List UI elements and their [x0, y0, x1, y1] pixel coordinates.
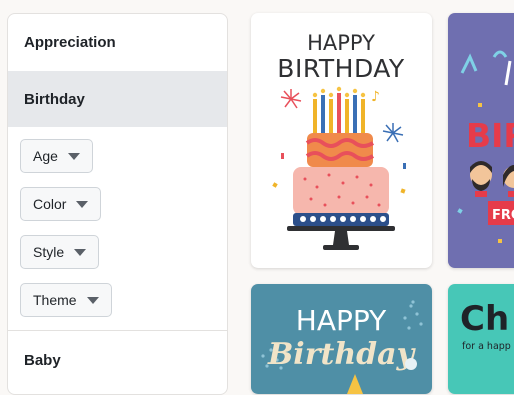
card4-title: Ch	[460, 299, 509, 339]
card1-line2: BIRTHDAY	[277, 54, 405, 83]
chevron-down-icon	[74, 248, 87, 256]
category-baby-label: Baby	[24, 351, 61, 369]
person-icon	[470, 161, 492, 197]
filter-age-dropdown[interactable]: Age	[20, 139, 93, 173]
card-birthday-couple[interactable]: BIR FRO	[448, 13, 514, 268]
card3-line2: Birthday	[267, 337, 417, 372]
filter-group: Age Color Style Theme	[8, 127, 227, 330]
chevron-down-icon	[76, 200, 89, 208]
card4-subtitle: for a happ	[462, 341, 511, 352]
category-baby[interactable]: Baby	[8, 330, 227, 389]
category-appreciation[interactable]: Appreciation	[8, 14, 227, 71]
filter-color-dropdown[interactable]: Color	[20, 187, 102, 221]
filter-theme-dropdown[interactable]: Theme	[20, 283, 112, 317]
filter-theme-label: Theme	[33, 292, 77, 308]
filter-age-label: Age	[33, 148, 58, 164]
filter-style-dropdown[interactable]: Style	[20, 235, 100, 269]
category-appreciation-label: Appreciation	[24, 34, 116, 51]
card1-line1: HAPPY	[307, 31, 375, 55]
filter-style-label: Style	[33, 244, 65, 260]
card3-line1: HAPPY	[296, 304, 387, 337]
filter-color-label: Color	[33, 196, 67, 212]
card-birthday-cake[interactable]: HAPPY BIRTHDAY ♪	[251, 13, 432, 268]
card2-text2: FRO	[492, 208, 514, 223]
cake-bottom-tier	[293, 167, 389, 215]
card-birthday-cake-art: HAPPY BIRTHDAY ♪	[272, 31, 406, 250]
category-birthday-label: Birthday	[24, 90, 85, 108]
music-note-icon: ♪	[371, 89, 380, 105]
category-sidebar: Appreciation Birthday Age Color Style Th…	[7, 13, 228, 395]
firework-icon	[382, 123, 404, 143]
card2-text1: BIR	[466, 116, 514, 155]
chevron-down-icon	[86, 296, 99, 304]
category-birthday[interactable]: Birthday	[8, 71, 227, 127]
person-icon	[503, 165, 514, 197]
firework-icon	[280, 89, 302, 109]
candles-icon	[312, 86, 366, 133]
chevron-down-icon	[67, 152, 80, 160]
card-birthday-couple-art: BIR FRO	[457, 50, 514, 243]
